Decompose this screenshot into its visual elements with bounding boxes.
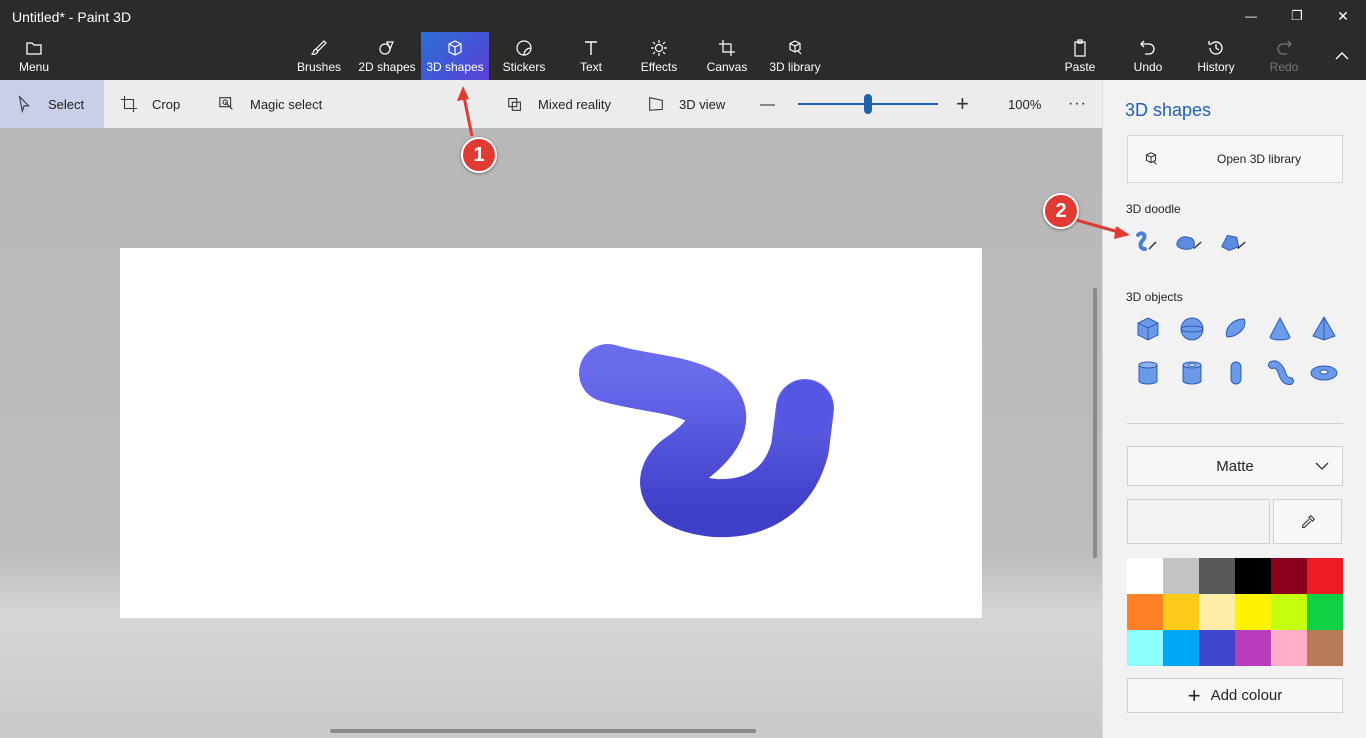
callout-1-label: 1	[473, 144, 484, 167]
callout-2: 2	[1043, 193, 1079, 229]
callout-2-label: 2	[1055, 200, 1066, 223]
callout-1: 1	[461, 137, 497, 173]
annotation-arrows	[0, 0, 1366, 738]
